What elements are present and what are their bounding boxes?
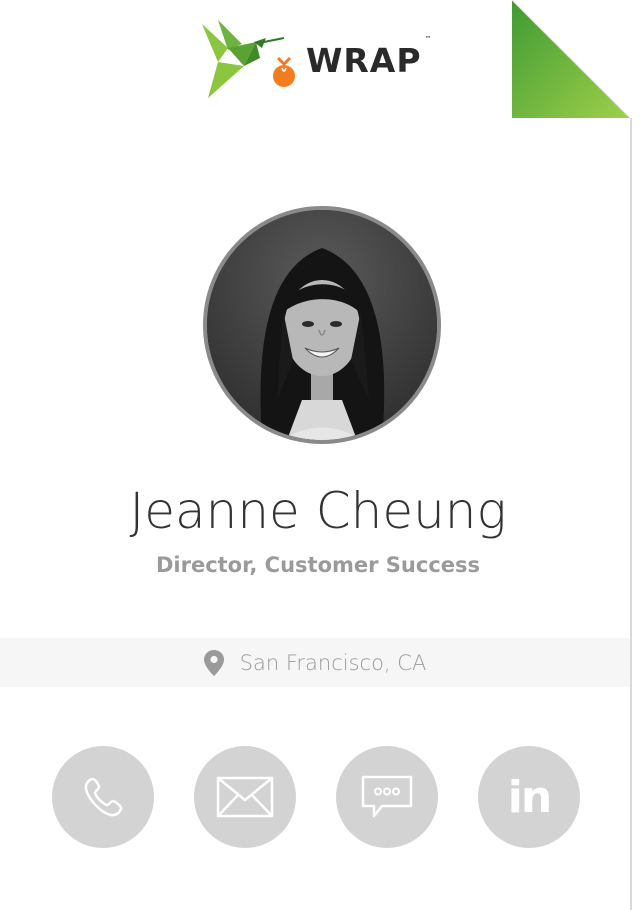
portrait-photo xyxy=(207,210,437,440)
call-button[interactable] xyxy=(52,746,154,848)
message-icon xyxy=(361,775,413,818)
location-text: San Francisco, CA xyxy=(239,650,427,675)
message-button[interactable] xyxy=(336,746,438,848)
location-bar: San Francisco, CA xyxy=(0,638,630,687)
phone-icon xyxy=(84,777,123,817)
page-corner-fold[interactable] xyxy=(512,0,630,118)
location-pin-icon xyxy=(203,649,224,676)
brand-wordmark: WRAP ™ xyxy=(306,34,432,80)
linkedin-icon: in xyxy=(507,771,552,823)
wrap-logo: WRAP ™ xyxy=(198,18,432,100)
email-icon xyxy=(216,776,274,818)
trademark-symbol: ™ xyxy=(424,34,432,43)
hummingbird-logo-icon xyxy=(202,20,295,98)
linkedin-button[interactable]: in xyxy=(478,746,580,848)
profile-title: Director, Customer Success xyxy=(155,553,481,577)
email-button[interactable] xyxy=(194,746,296,848)
profile-name: Jeanne Cheung xyxy=(129,482,507,540)
avatar xyxy=(203,206,441,444)
contact-actions: in xyxy=(52,746,582,848)
